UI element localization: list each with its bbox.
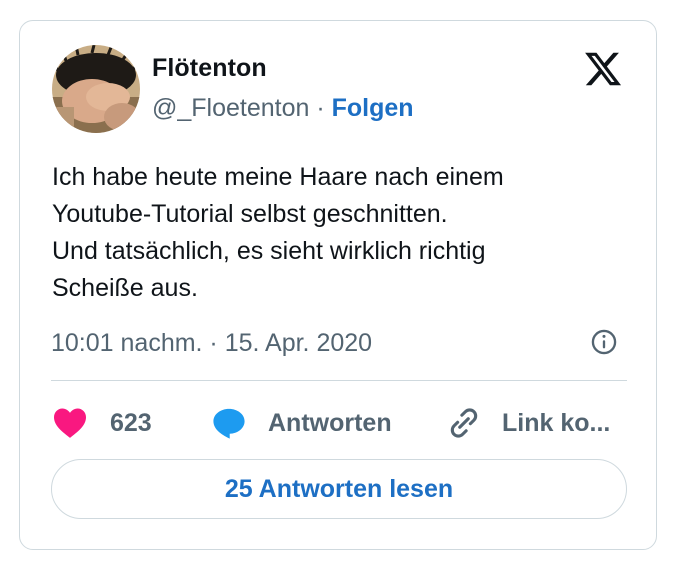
like-button[interactable]: 623 xyxy=(52,401,152,445)
display-name[interactable]: Flötenton xyxy=(152,54,267,83)
copy-link-label: Link ko... xyxy=(502,408,611,437)
tweet-text-line: Scheiße aus. xyxy=(52,274,198,302)
tweet-text: Ich habe heute meine Haare nach einem Yo… xyxy=(52,159,612,307)
link-icon xyxy=(450,408,478,438)
like-count: 623 xyxy=(110,408,152,437)
reply-label: Antworten xyxy=(268,408,392,437)
tweet-text-line: Youtube-Tutorial selbst geschnitten. xyxy=(52,200,448,228)
tweet-text-line: Ich habe heute meine Haare nach einem xyxy=(52,163,504,191)
avatar[interactable] xyxy=(52,45,140,133)
read-replies-button[interactable]: 25 Antworten lesen xyxy=(51,459,627,519)
divider xyxy=(51,380,627,381)
follow-link[interactable]: Folgen xyxy=(332,94,414,122)
speech-bubble-icon xyxy=(213,408,245,439)
handle-line: @_Floetenton · Folgen xyxy=(152,94,414,123)
separator-dot: · xyxy=(309,94,332,122)
heart-icon xyxy=(54,408,86,438)
info-icon[interactable] xyxy=(590,328,618,356)
tweet-embed-card: Flötenton @_Floetenton · Folgen Ich habe… xyxy=(19,20,657,550)
avatar-photo xyxy=(52,45,140,133)
copy-link-button[interactable]: Link ko... xyxy=(446,401,610,445)
tweet-timestamp[interactable]: 10:01 nachm. · 15. Apr. 2020 xyxy=(51,329,372,358)
reply-button[interactable]: Antworten xyxy=(211,401,392,445)
x-logo-icon[interactable] xyxy=(582,49,624,89)
read-replies-label: 25 Antworten lesen xyxy=(224,474,454,503)
tweet-text-line: Und tatsächlich, es sieht wirklich richt… xyxy=(52,237,486,265)
user-handle[interactable]: @_Floetenton xyxy=(152,94,309,122)
